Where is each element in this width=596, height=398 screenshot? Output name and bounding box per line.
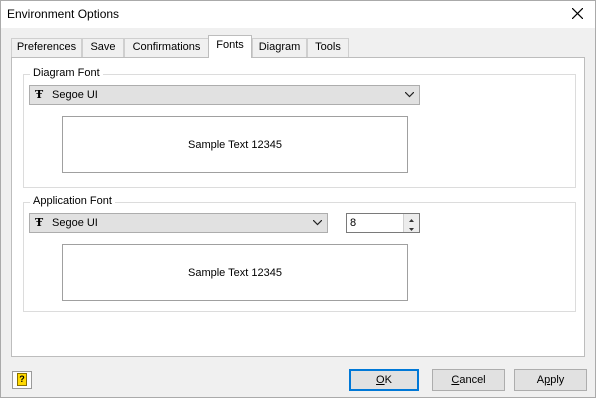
application-font-select[interactable]: Ŧ Segoe UI: [29, 213, 328, 233]
tab-preferences[interactable]: Preferences: [11, 38, 82, 57]
arrow-down-icon: [409, 228, 414, 231]
diagram-font-group: Diagram Font Ŧ Segoe UI Sample Text 1234…: [23, 67, 576, 188]
application-sample-text: Sample Text 12345: [188, 266, 282, 279]
window-title: Environment Options: [7, 7, 120, 21]
apply-button[interactable]: Apply: [514, 369, 587, 391]
tab-label: Preferences: [16, 41, 77, 53]
tab-confirmations[interactable]: Confirmations: [124, 38, 209, 57]
tab-diagram[interactable]: Diagram: [252, 38, 307, 57]
font-size-spinner[interactable]: 8: [346, 213, 420, 233]
application-font-sample: Sample Text 12345: [62, 244, 408, 301]
tab-label: Diagram: [258, 41, 301, 53]
diagram-font-label: Diagram Font: [30, 67, 103, 79]
tab-label: Confirmations: [132, 41, 201, 53]
close-icon: [572, 8, 583, 19]
help-button[interactable]: ?: [12, 371, 32, 389]
tab-label: Fonts: [216, 39, 244, 51]
tab-save[interactable]: Save: [82, 38, 124, 57]
ok-label: K: [384, 374, 392, 386]
environment-options-dialog: Environment Options Preferences Save Con…: [0, 0, 596, 398]
close-button[interactable]: [565, 3, 591, 25]
fonts-tab-panel: Diagram Font Ŧ Segoe UI Sample Text 1234…: [11, 57, 585, 357]
chevron-down-icon: [405, 92, 414, 98]
font-icon: Ŧ: [35, 88, 44, 101]
diagram-font-value: Segoe UI: [52, 89, 98, 101]
spinner-arrows: [403, 214, 419, 232]
application-font-group: Application Font Ŧ Segoe UI 8 Sample Tex…: [23, 195, 576, 312]
cancel-label: ancel: [459, 374, 486, 386]
tab-tools[interactable]: Tools: [307, 38, 349, 57]
spin-down-button[interactable]: [404, 223, 419, 232]
cancel-button[interactable]: Cancel: [432, 369, 505, 391]
tab-fonts[interactable]: Fonts: [208, 35, 252, 58]
chevron-down-icon: [313, 220, 322, 226]
spin-up-button[interactable]: [404, 214, 419, 223]
diagram-font-sample: Sample Text 12345: [62, 116, 408, 173]
font-size-value: 8: [350, 217, 357, 229]
font-icon: Ŧ: [35, 216, 44, 229]
apply-pre: A: [536, 374, 545, 386]
tab-label: Tools: [315, 41, 341, 53]
application-font-value: Segoe UI: [52, 217, 98, 229]
ok-accel: O: [376, 374, 385, 386]
apply-label: ply: [550, 374, 565, 386]
application-font-label: Application Font: [30, 195, 115, 207]
ok-button[interactable]: OK: [349, 369, 419, 391]
title-bar: Environment Options: [1, 1, 595, 28]
diagram-font-select[interactable]: Ŧ Segoe UI: [29, 85, 420, 105]
diagram-sample-text: Sample Text 12345: [188, 138, 282, 151]
help-icon: ?: [17, 373, 27, 386]
tab-label: Save: [90, 41, 116, 53]
